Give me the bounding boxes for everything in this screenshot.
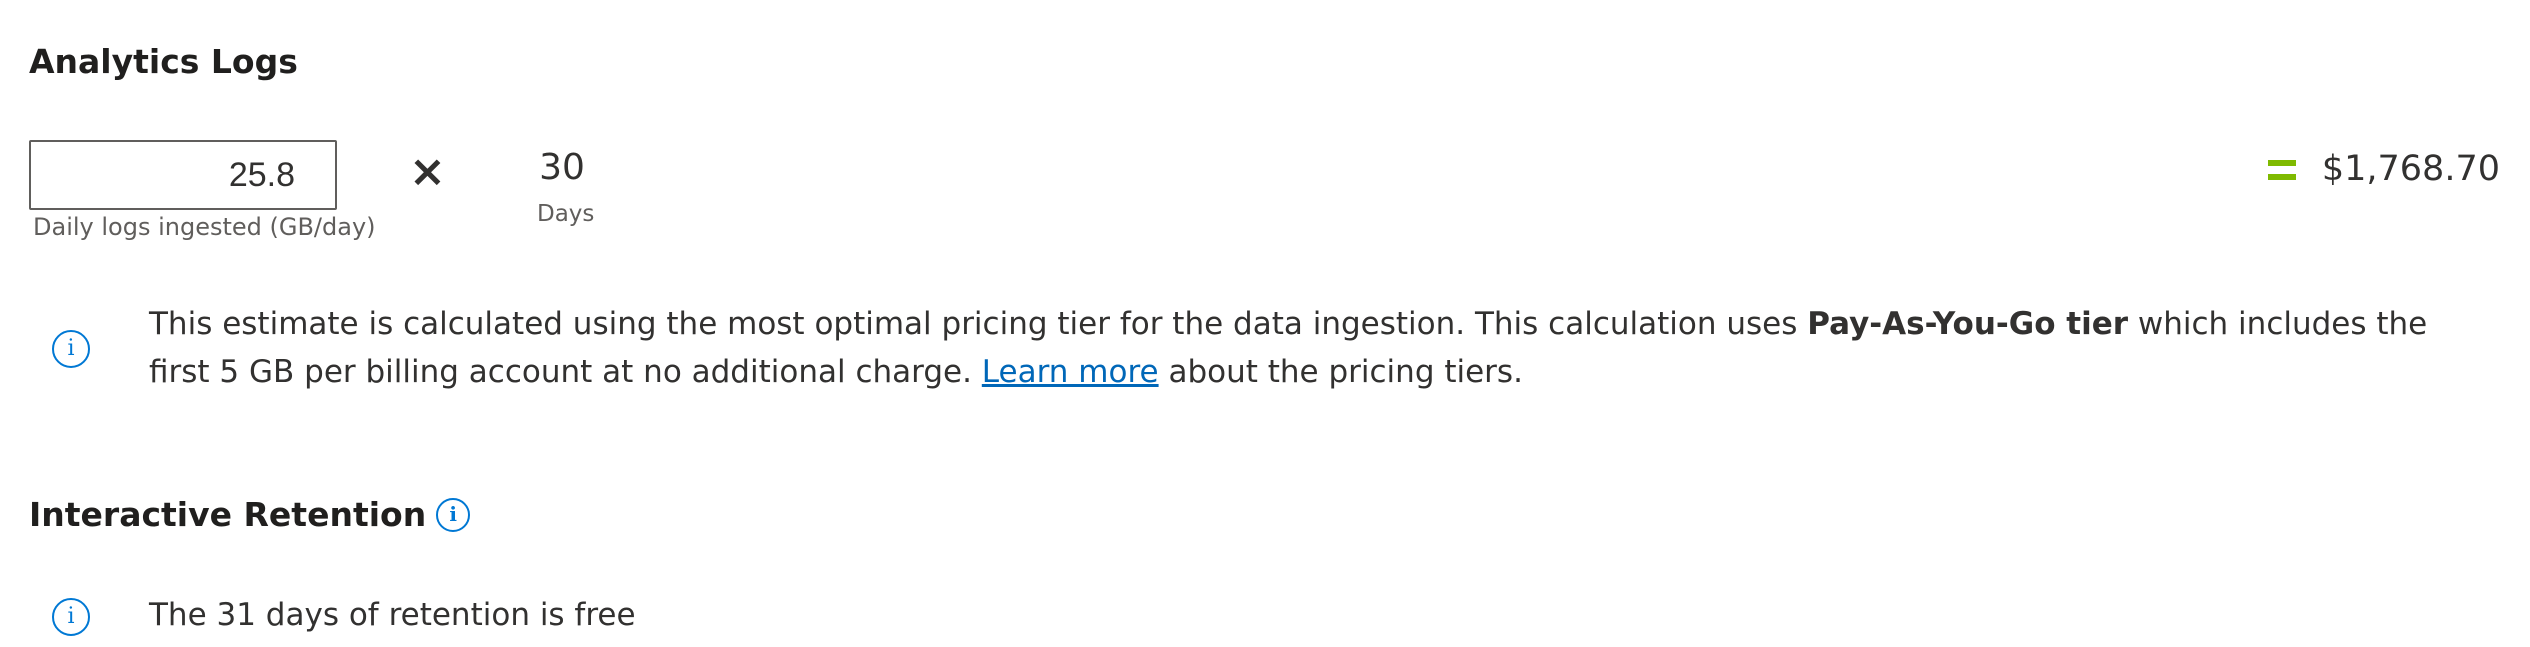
- multiply-icon: ×: [409, 146, 446, 197]
- retention-note: The 31 days of retention is free: [149, 597, 636, 633]
- retention-note-info-icon: i: [52, 598, 90, 636]
- estimate-note: This estimate is calculated using the mo…: [149, 300, 2429, 396]
- estimate-note-text-after: about the pricing tiers.: [1158, 354, 1523, 390]
- estimate-note-text-before: This estimate is calculated using the mo…: [149, 306, 1808, 342]
- pay-as-you-go-tier-text: Pay-As-You-Go tier: [1807, 306, 2129, 342]
- interactive-retention-heading: Interactive Retention i: [29, 495, 471, 534]
- days-value: 30: [539, 147, 585, 188]
- estimate-note-info-icon: i: [52, 330, 90, 368]
- learn-more-link[interactable]: Learn more: [982, 354, 1159, 390]
- daily-logs-ingested-input[interactable]: [29, 140, 337, 210]
- interactive-retention-info-icon[interactable]: i: [436, 497, 471, 532]
- daily-logs-ingested-caption: Daily logs ingested (GB/day): [33, 213, 376, 241]
- total-cost: $1,768.70: [2321, 149, 2500, 189]
- analytics-logs-title: Analytics Logs: [29, 42, 298, 81]
- equals-icon: [2268, 160, 2296, 182]
- days-label: Days: [537, 201, 595, 227]
- interactive-retention-title: Interactive Retention: [29, 495, 427, 534]
